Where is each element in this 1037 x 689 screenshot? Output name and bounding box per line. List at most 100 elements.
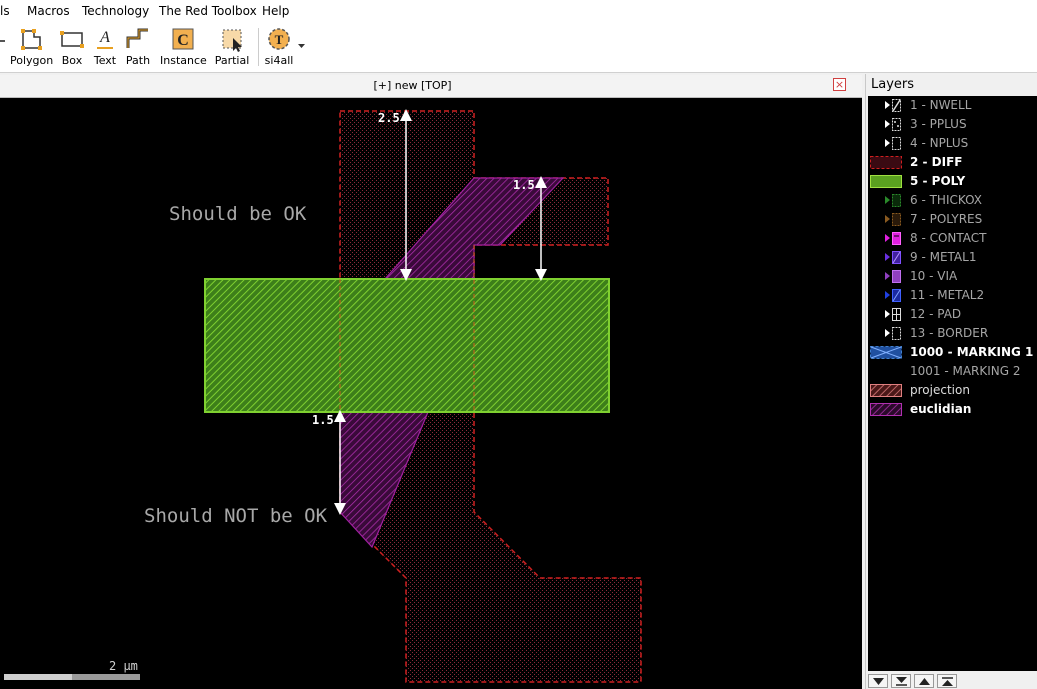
svg-text:A: A: [99, 29, 110, 46]
layer-row-pad[interactable]: 12 - PAD: [868, 305, 1037, 324]
move-up-button[interactable]: [914, 674, 934, 688]
border-swatch: [892, 327, 901, 340]
thickox-swatch: [892, 194, 901, 207]
expand-arrow-icon[interactable]: [885, 272, 890, 280]
menu-bar: ls Macros Technology The Red Toolbox Hel…: [0, 0, 1037, 22]
layers-panel: Layers 1 - NWELL 3 - PPLUS 4 - NPLUS 2 -…: [865, 74, 1037, 689]
layer-label: 12 - PAD: [910, 307, 962, 321]
layer-label: 11 - METAL2: [910, 288, 985, 302]
instance-tool-button[interactable]: C Instance: [160, 26, 207, 70]
expand-arrow-icon[interactable]: [885, 234, 890, 242]
expand-arrow-icon[interactable]: [885, 120, 890, 128]
layer-row-contact[interactable]: 8 - CONTACT: [868, 229, 1037, 248]
polygon-tool-button[interactable]: Polygon: [10, 26, 54, 70]
layer-row-via[interactable]: 10 - VIA: [868, 267, 1037, 286]
layer-row-pplus[interactable]: 3 - PPLUS: [868, 115, 1037, 134]
svg-text:C: C: [177, 32, 189, 49]
expand-arrow-icon[interactable]: [885, 310, 890, 318]
layer-label: 5 - POLY: [910, 174, 966, 188]
move-bottom-button[interactable]: [891, 674, 911, 688]
label-should-not-be-ok: Should NOT be OK: [144, 505, 328, 527]
expand-arrow-icon[interactable]: [885, 139, 890, 147]
menu-technology[interactable]: Technology: [82, 4, 149, 18]
partial-tool-label: Partial: [214, 54, 250, 67]
canvas-title-bar: [+] new [TOP] ×: [0, 75, 862, 98]
layout-drawing: 2.5 1.5 1.5 Should be OK Should NOT be O…: [4, 109, 642, 683]
metal1-swatch: [892, 251, 901, 264]
dimension-label-right: 1.5: [513, 178, 535, 192]
box-tool-button[interactable]: Box: [58, 26, 86, 70]
polygon-icon: [21, 29, 42, 50]
arrow-down-bar-icon: [896, 677, 907, 686]
svg-text:T: T: [275, 32, 284, 47]
expand-arrow-icon[interactable]: [885, 291, 890, 299]
pplus-swatch: [892, 118, 901, 131]
layer-label: euclidian: [910, 402, 972, 416]
toolbar: Polygon Box A Text Path C Instance Parti…: [0, 22, 1037, 73]
menu-red-toolbox[interactable]: The Red Toolbox: [159, 4, 257, 18]
text-tool-button[interactable]: A Text: [92, 26, 118, 70]
instance-icon: C: [172, 28, 194, 50]
arrow-up-icon: [919, 678, 930, 685]
layer-row-euclidian[interactable]: euclidian: [868, 400, 1037, 419]
dimension-label-top: 2.5: [378, 111, 400, 125]
layout-canvas[interactable]: 2.5 1.5 1.5 Should be OK Should NOT be O…: [0, 98, 862, 689]
expand-arrow-icon[interactable]: [885, 101, 890, 109]
marking1-swatch: [870, 346, 902, 359]
polyres-swatch: [892, 213, 901, 226]
poly-swatch: [870, 175, 902, 188]
pad-swatch: [892, 308, 901, 321]
layer-row-metal1[interactable]: 9 - METAL1: [868, 248, 1037, 267]
layer-label: projection: [910, 383, 970, 397]
layer-nav: [868, 674, 1037, 689]
contact-swatch: [892, 232, 901, 245]
partial-tool-button[interactable]: Partial: [214, 26, 250, 70]
layer-row-nplus[interactable]: 4 - NPLUS: [868, 134, 1037, 153]
layer-row-metal2[interactable]: 11 - METAL2: [868, 286, 1037, 305]
layer-label: 13 - BORDER: [910, 326, 989, 340]
expand-arrow-icon[interactable]: [885, 215, 890, 223]
menu-tools[interactable]: ls: [0, 4, 10, 18]
projection-swatch: [870, 384, 902, 397]
expand-arrow-icon[interactable]: [885, 329, 890, 337]
si4all-icon: T: [268, 28, 290, 50]
layer-label: 1001 - MARKING 2: [910, 364, 1021, 378]
chevron-down-icon[interactable]: [298, 44, 306, 50]
menu-help[interactable]: Help: [262, 4, 289, 18]
partial-icon: [222, 29, 242, 52]
text-icon: A: [97, 29, 113, 49]
si4all-tool-button[interactable]: T si4all: [262, 26, 296, 70]
polygon-tool-label: Polygon: [10, 54, 54, 67]
move-top-button[interactable]: [937, 674, 957, 688]
dimension-label-bottom: 1.5: [312, 413, 334, 427]
layer-row-thickox[interactable]: 6 - THICKOX: [868, 191, 1037, 210]
layer-row-nwell[interactable]: 1 - NWELL: [868, 96, 1037, 115]
box-icon: [60, 31, 84, 48]
layer-row-diff[interactable]: 2 - DIFF: [868, 153, 1037, 172]
expand-arrow-icon[interactable]: [885, 196, 890, 204]
label-should-be-ok: Should be OK: [169, 203, 307, 225]
layer-label: 10 - VIA: [910, 269, 958, 283]
path-icon: [126, 28, 148, 48]
metal2-swatch: [892, 289, 901, 302]
layer-row-poly[interactable]: 5 - POLY: [868, 172, 1037, 191]
layer-label: 2 - DIFF: [910, 155, 963, 169]
arrow-down-icon: [873, 678, 884, 685]
layer-label: 9 - METAL1: [910, 250, 977, 264]
layer-row-marking1[interactable]: 1000 - MARKING 1: [868, 343, 1037, 362]
layer-row-projection[interactable]: projection: [868, 381, 1037, 400]
expand-arrow-icon[interactable]: [885, 253, 890, 261]
layer-row-border[interactable]: 13 - BORDER: [868, 324, 1037, 343]
via-swatch: [892, 270, 901, 283]
box-tool-label: Box: [61, 54, 83, 67]
layer-label: 7 - POLYRES: [910, 212, 983, 226]
path-tool-button[interactable]: Path: [124, 26, 152, 70]
canvas-title: [+] new [TOP]: [373, 79, 452, 92]
layer-row-marking2[interactable]: 1001 - MARKING 2: [868, 362, 1037, 381]
instance-tool-label: Instance: [160, 54, 207, 67]
si4all-tool-label: si4all: [264, 54, 294, 67]
layer-row-polyres[interactable]: 7 - POLYRES: [868, 210, 1037, 229]
menu-macros[interactable]: Macros: [27, 4, 70, 18]
move-down-button[interactable]: [868, 674, 888, 688]
close-icon[interactable]: ×: [833, 78, 846, 91]
